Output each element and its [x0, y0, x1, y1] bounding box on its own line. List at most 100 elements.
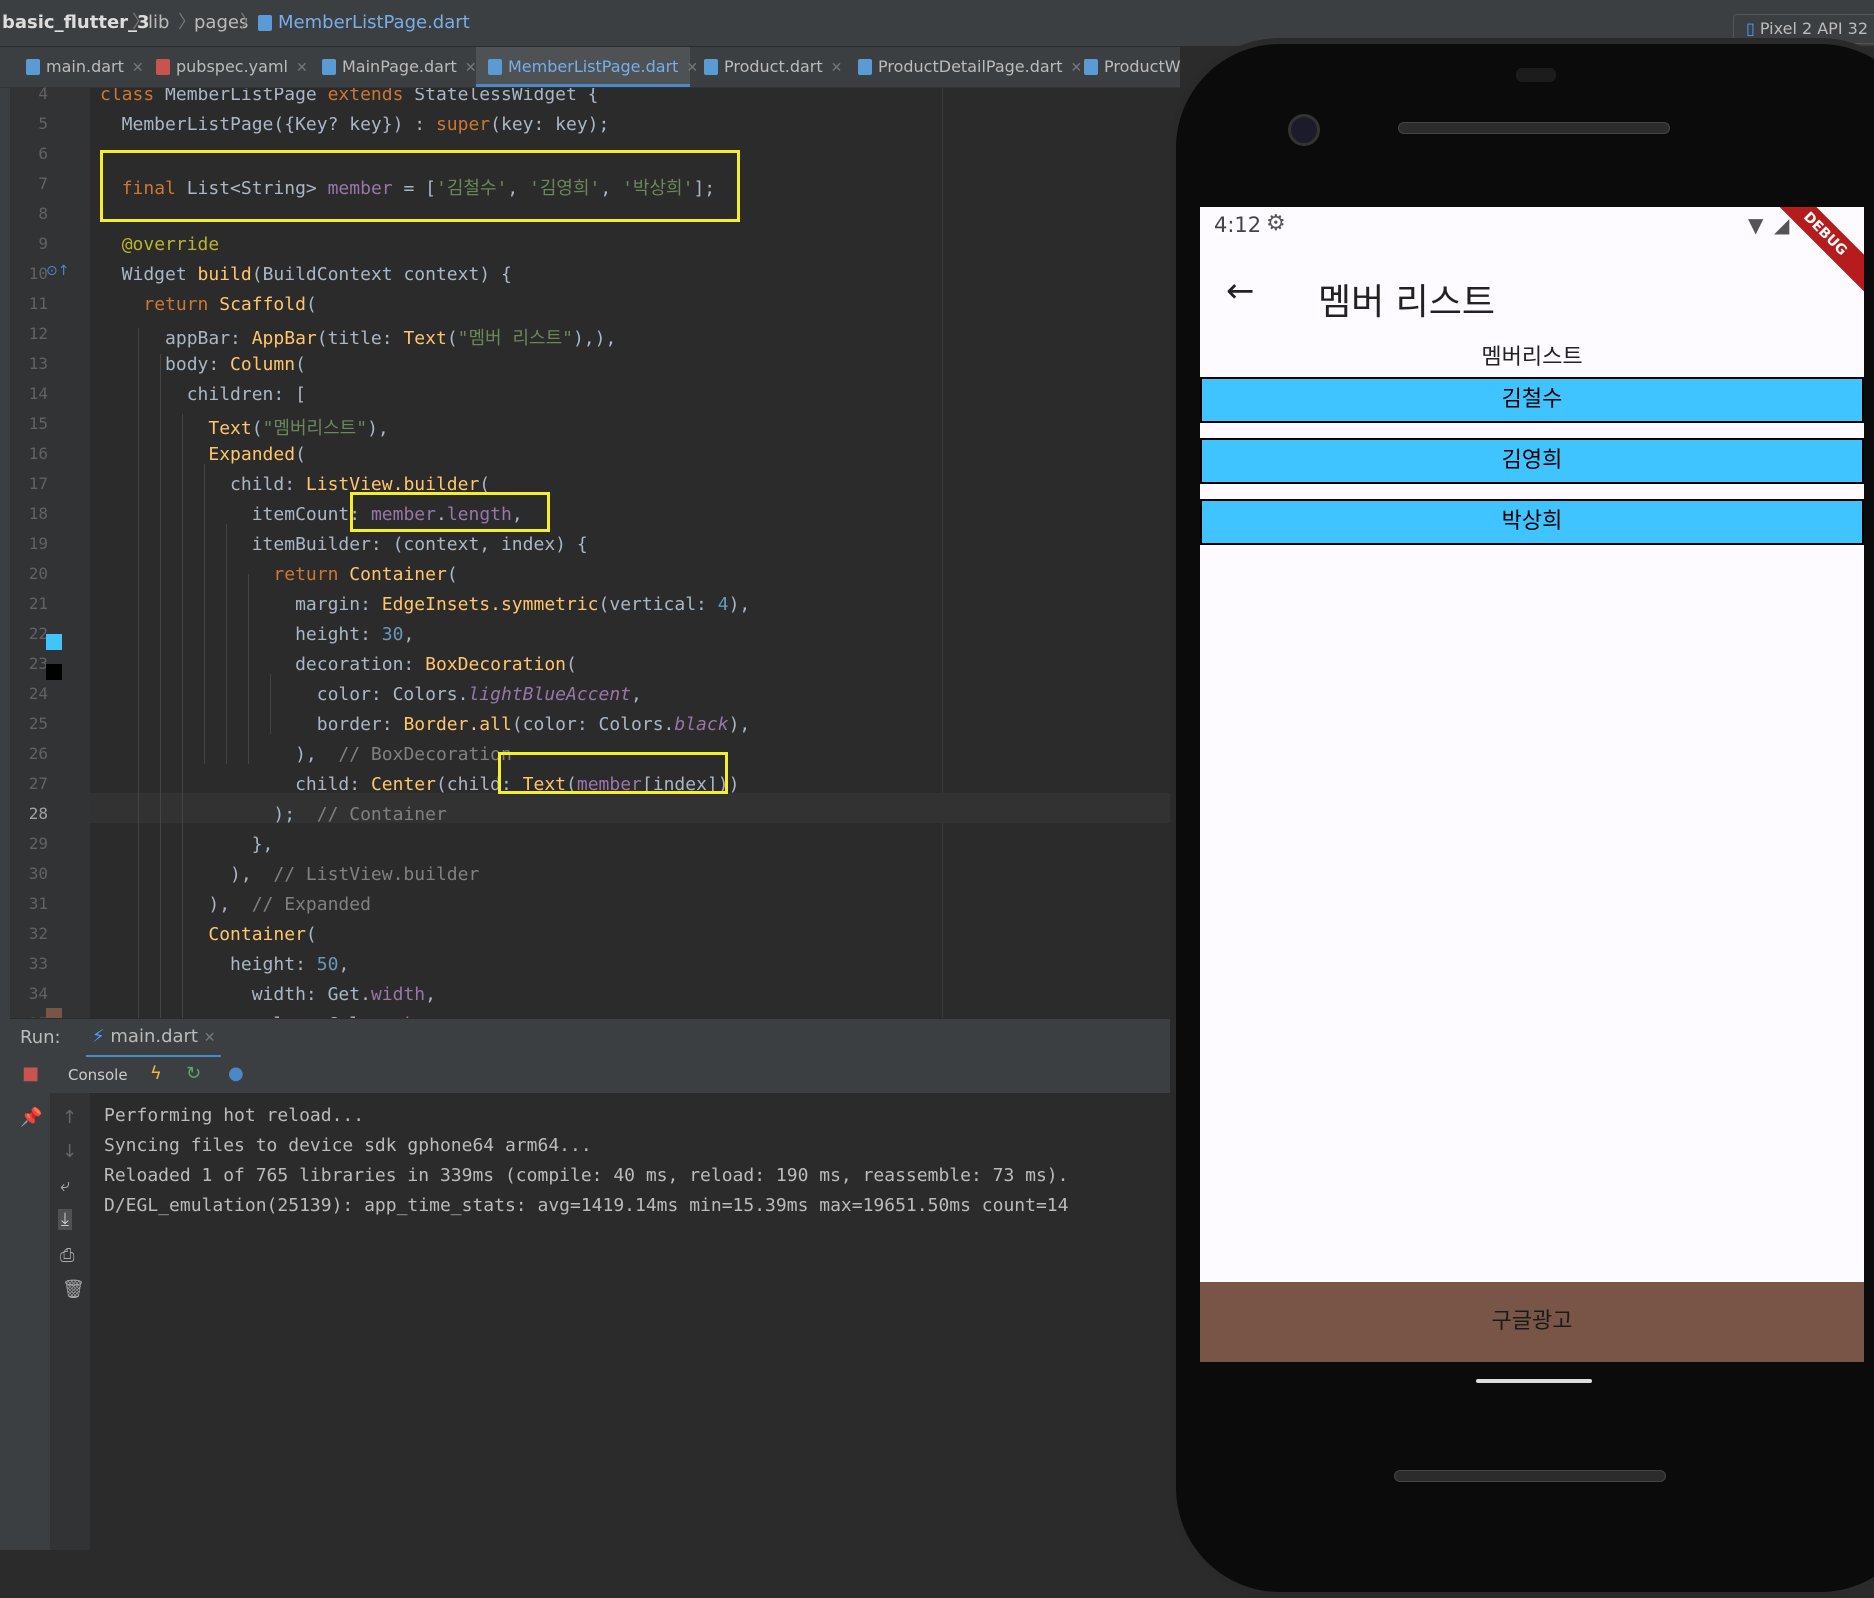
run-side-toolbar: 📌 [10, 1093, 50, 1550]
highlight-member-list [100, 150, 740, 222]
tab-label: ProductDetailPage.dart [878, 57, 1063, 76]
code-line-9: @override [121, 234, 220, 255]
pin-icon[interactable]: 📌 [20, 1107, 42, 1128]
ad-banner[interactable]: 구글광고 [1200, 1282, 1864, 1362]
print-icon[interactable]: ⎙ [60, 1245, 74, 1266]
tab-productdetailpage[interactable]: ProductDetailPage.dart ✕ [858, 47, 1082, 87]
tab-label: Product.dart [724, 57, 823, 76]
line-gutter: 4 5 6 7 8 9 10 11 12 13 14 15 16 17 18 19 20 21 22 23 24 25 26… [10, 84, 90, 1033]
highlight-item-count [350, 492, 550, 532]
line-number: 26 [28, 744, 48, 763]
dart-file-icon [26, 59, 40, 75]
phone-icon: ▯ [1745, 19, 1760, 38]
code-line-22: height: 30, [100, 624, 415, 645]
code-editor[interactable]: class MemberListPage extends StatelessWi… [90, 88, 1178, 1018]
right-margin-guide [942, 88, 943, 1018]
line-number: 11 [28, 294, 48, 313]
breadcrumb-separator: 〉 [240, 12, 258, 33]
stop-icon[interactable]: ■ [22, 1063, 39, 1084]
line-number: 13 [28, 354, 48, 373]
front-camera [1288, 114, 1320, 146]
code-line-23: decoration: BoxDecoration( [100, 654, 577, 675]
color-swatch-black[interactable] [46, 664, 62, 680]
close-icon[interactable]: ✕ [1071, 60, 1083, 76]
back-arrow-icon[interactable]: ← [1226, 271, 1255, 311]
code-line-19: itemBuilder: (context, index) { [100, 534, 588, 555]
line-number: 30 [28, 864, 48, 883]
close-icon[interactable]: ✕ [686, 60, 698, 76]
run-label: Run: [20, 1027, 61, 1048]
list-item[interactable]: 김영희 [1200, 438, 1864, 484]
list-header: 멤버리스트 [1481, 345, 1583, 370]
device-label: Pixel 2 API 32 [1759, 19, 1868, 38]
line-number: 5 [38, 114, 48, 133]
top-speaker [1398, 122, 1670, 134]
home-indicator[interactable] [1476, 1379, 1592, 1383]
tab-mainpage[interactable]: MainPage.dart ✕ [322, 47, 477, 87]
flutter-icon: ⚡ [92, 1026, 105, 1047]
arrow-up-icon[interactable]: ↑ [62, 1107, 77, 1128]
code-line-11: return Scaffold( [143, 294, 317, 315]
console-tab[interactable]: Console [68, 1057, 128, 1093]
code-line-10: Widget build(BuildContext context) { [100, 264, 512, 285]
close-icon[interactable]: ✕ [465, 60, 477, 76]
bottom-speaker [1394, 1470, 1666, 1482]
dart-file-icon [488, 59, 502, 75]
code-line-24: color: Colors.lightBlueAccent, [100, 684, 642, 705]
run-toolbar: ■ Console ϟ ↻ ● [10, 1057, 1178, 1093]
tab-product[interactable]: Product.dart ✕ [704, 47, 844, 87]
list-item[interactable]: 김철수 [1200, 377, 1864, 423]
app-bar: ← 멤버 리스트 [1200, 247, 1864, 347]
code-line-34: width: Get.width, [100, 984, 436, 1005]
code-line-29: }, [100, 834, 274, 855]
hot-restart-icon[interactable]: ↻ [186, 1063, 201, 1084]
list-item[interactable]: 박상희 [1200, 499, 1864, 545]
line-number: 32 [28, 924, 48, 943]
console-line: Reloaded 1 of 765 libraries in 339ms (co… [104, 1165, 1069, 1186]
code-line-33: height: 50, [100, 954, 350, 975]
override-icon[interactable]: ⊙↑ [46, 263, 69, 279]
close-icon[interactable]: ✕ [296, 60, 308, 76]
trash-icon[interactable]: 🗑 [62, 1279, 85, 1300]
tab-memberlistpage[interactable]: MemberListPage.dart ✕ [476, 47, 698, 87]
line-number: 9 [38, 234, 48, 253]
dart-file-icon [858, 59, 872, 75]
hot-reload-icon[interactable]: ϟ [150, 1063, 162, 1084]
console-output[interactable]: Performing hot reload... Syncing files t… [90, 1093, 1178, 1550]
line-number: 31 [28, 894, 48, 913]
tab-label: MemberListPage.dart [508, 57, 679, 76]
tab-productwidget[interactable]: ProductWi [1084, 47, 1180, 87]
breadcrumb-file[interactable]: MemberListPage.dart [258, 0, 470, 46]
line-number: 17 [28, 474, 48, 493]
line-number: 34 [28, 984, 48, 1003]
line-number: 6 [38, 144, 48, 163]
breadcrumb-lib[interactable]: lib [148, 0, 169, 46]
close-icon[interactable]: ✕ [831, 60, 843, 76]
color-swatch-lightblue[interactable] [46, 634, 62, 650]
line-number: 23 [28, 654, 48, 673]
tab-pubspec[interactable]: pubspec.yaml ✕ [156, 47, 308, 87]
code-line-26: ), // BoxDecoration [100, 744, 512, 765]
breadcrumb-project[interactable]: basic_flutter_3 [2, 0, 150, 46]
wifi-icon: ▼ [1748, 213, 1764, 237]
tab-main-dart[interactable]: main.dart ✕ [26, 47, 144, 87]
color-swatch-brown[interactable] [46, 1008, 62, 1018]
run-tab-main-dart[interactable]: ⚡ main.dart ✕ [86, 1019, 222, 1058]
soft-wrap-icon[interactable]: ⤶ [60, 1175, 70, 1196]
tab-label: ProductWi [1104, 57, 1180, 76]
code-line-14: children: [ [100, 384, 306, 405]
close-icon[interactable]: ✕ [204, 1030, 216, 1046]
line-number: 18 [28, 504, 48, 523]
line-number: 24 [28, 684, 48, 703]
signal-icon: ◢ [1774, 213, 1790, 237]
close-icon[interactable]: ✕ [132, 60, 144, 76]
scroll-to-end-icon[interactable]: ⤓ [58, 1209, 72, 1230]
devtools-icon[interactable]: ● [228, 1063, 244, 1084]
code-line-13: body: Column( [100, 354, 306, 375]
line-number: 10 [28, 264, 48, 283]
arrow-down-icon[interactable]: ↓ [62, 1141, 77, 1162]
tab-label: MainPage.dart [342, 57, 457, 76]
run-tab-label: main.dart [110, 1026, 198, 1047]
dart-file-icon [1084, 59, 1098, 75]
line-number: 29 [28, 834, 48, 853]
